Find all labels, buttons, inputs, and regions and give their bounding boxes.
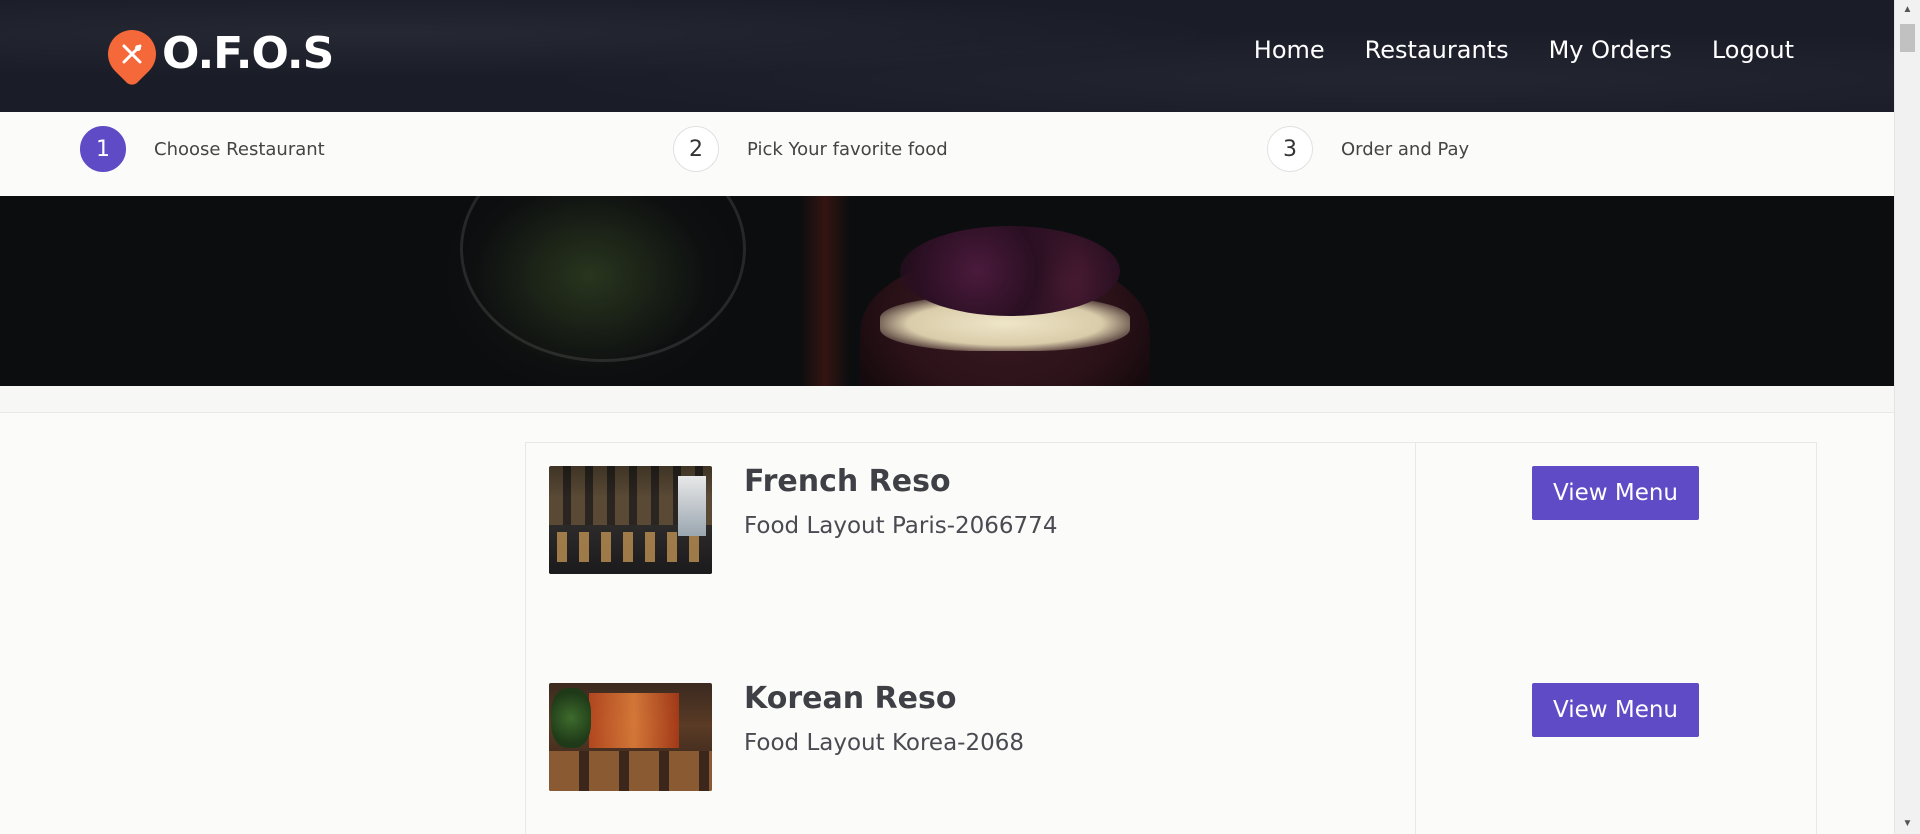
step-pick-food: 2 Pick Your favorite food bbox=[673, 126, 948, 172]
hero-banner-image bbox=[0, 196, 1895, 386]
restaurant-address: Food Layout Korea-2068 bbox=[744, 730, 1024, 756]
restaurant-thumbnail[interactable] bbox=[549, 683, 712, 791]
order-steps: 1 Choose Restaurant 2 Pick Your favorite… bbox=[0, 112, 1895, 196]
restaurant-name[interactable]: Korean Reso bbox=[744, 681, 1024, 716]
scroll-down-icon[interactable]: ▼ bbox=[1895, 814, 1920, 834]
list-item: Korean Reso Food Layout Korea-2068 bbox=[549, 681, 1024, 791]
step-label: Choose Restaurant bbox=[154, 138, 325, 160]
scroll-thumb[interactable] bbox=[1900, 24, 1915, 52]
step-choose-restaurant: 1 Choose Restaurant bbox=[80, 126, 325, 172]
scroll-up-icon[interactable]: ▲ bbox=[1895, 0, 1920, 20]
restaurant-list: French Reso Food Layout Paris-2066774 Ko… bbox=[525, 442, 1817, 834]
nav-home[interactable]: Home bbox=[1254, 36, 1325, 64]
section-divider bbox=[0, 386, 1895, 413]
step-label: Pick Your favorite food bbox=[747, 138, 948, 160]
site-header: O.F.O.S Home Restaurants My Orders Logou… bbox=[0, 0, 1895, 112]
step-label: Order and Pay bbox=[1341, 138, 1470, 160]
nav-logout[interactable]: Logout bbox=[1712, 36, 1794, 64]
restaurant-address: Food Layout Paris-2066774 bbox=[744, 513, 1058, 539]
restaurant-name[interactable]: French Reso bbox=[744, 464, 1057, 499]
page: O.F.O.S Home Restaurants My Orders Logou… bbox=[0, 0, 1920, 834]
main-nav: Home Restaurants My Orders Logout bbox=[1254, 36, 1794, 64]
nav-my-orders[interactable]: My Orders bbox=[1549, 36, 1672, 64]
brand-logo[interactable]: O.F.O.S bbox=[98, 19, 334, 88]
vertical-scrollbar[interactable]: ▲ ▼ bbox=[1894, 0, 1920, 834]
view-menu-button[interactable]: View Menu bbox=[1532, 466, 1699, 520]
restaurant-thumbnail[interactable] bbox=[549, 466, 712, 574]
view-menu-button[interactable]: View Menu bbox=[1532, 683, 1699, 737]
step-number: 2 bbox=[673, 126, 719, 172]
step-number: 1 bbox=[80, 126, 126, 172]
fork-knife-icon bbox=[98, 19, 166, 88]
restaurant-list-info-column: French Reso Food Layout Paris-2066774 Ko… bbox=[526, 443, 1416, 834]
brand-name: O.F.O.S bbox=[162, 28, 334, 79]
step-order-pay: 3 Order and Pay bbox=[1267, 126, 1469, 172]
list-item: French Reso Food Layout Paris-2066774 bbox=[549, 464, 1058, 574]
nav-restaurants[interactable]: Restaurants bbox=[1365, 36, 1509, 64]
step-number: 3 bbox=[1267, 126, 1313, 172]
